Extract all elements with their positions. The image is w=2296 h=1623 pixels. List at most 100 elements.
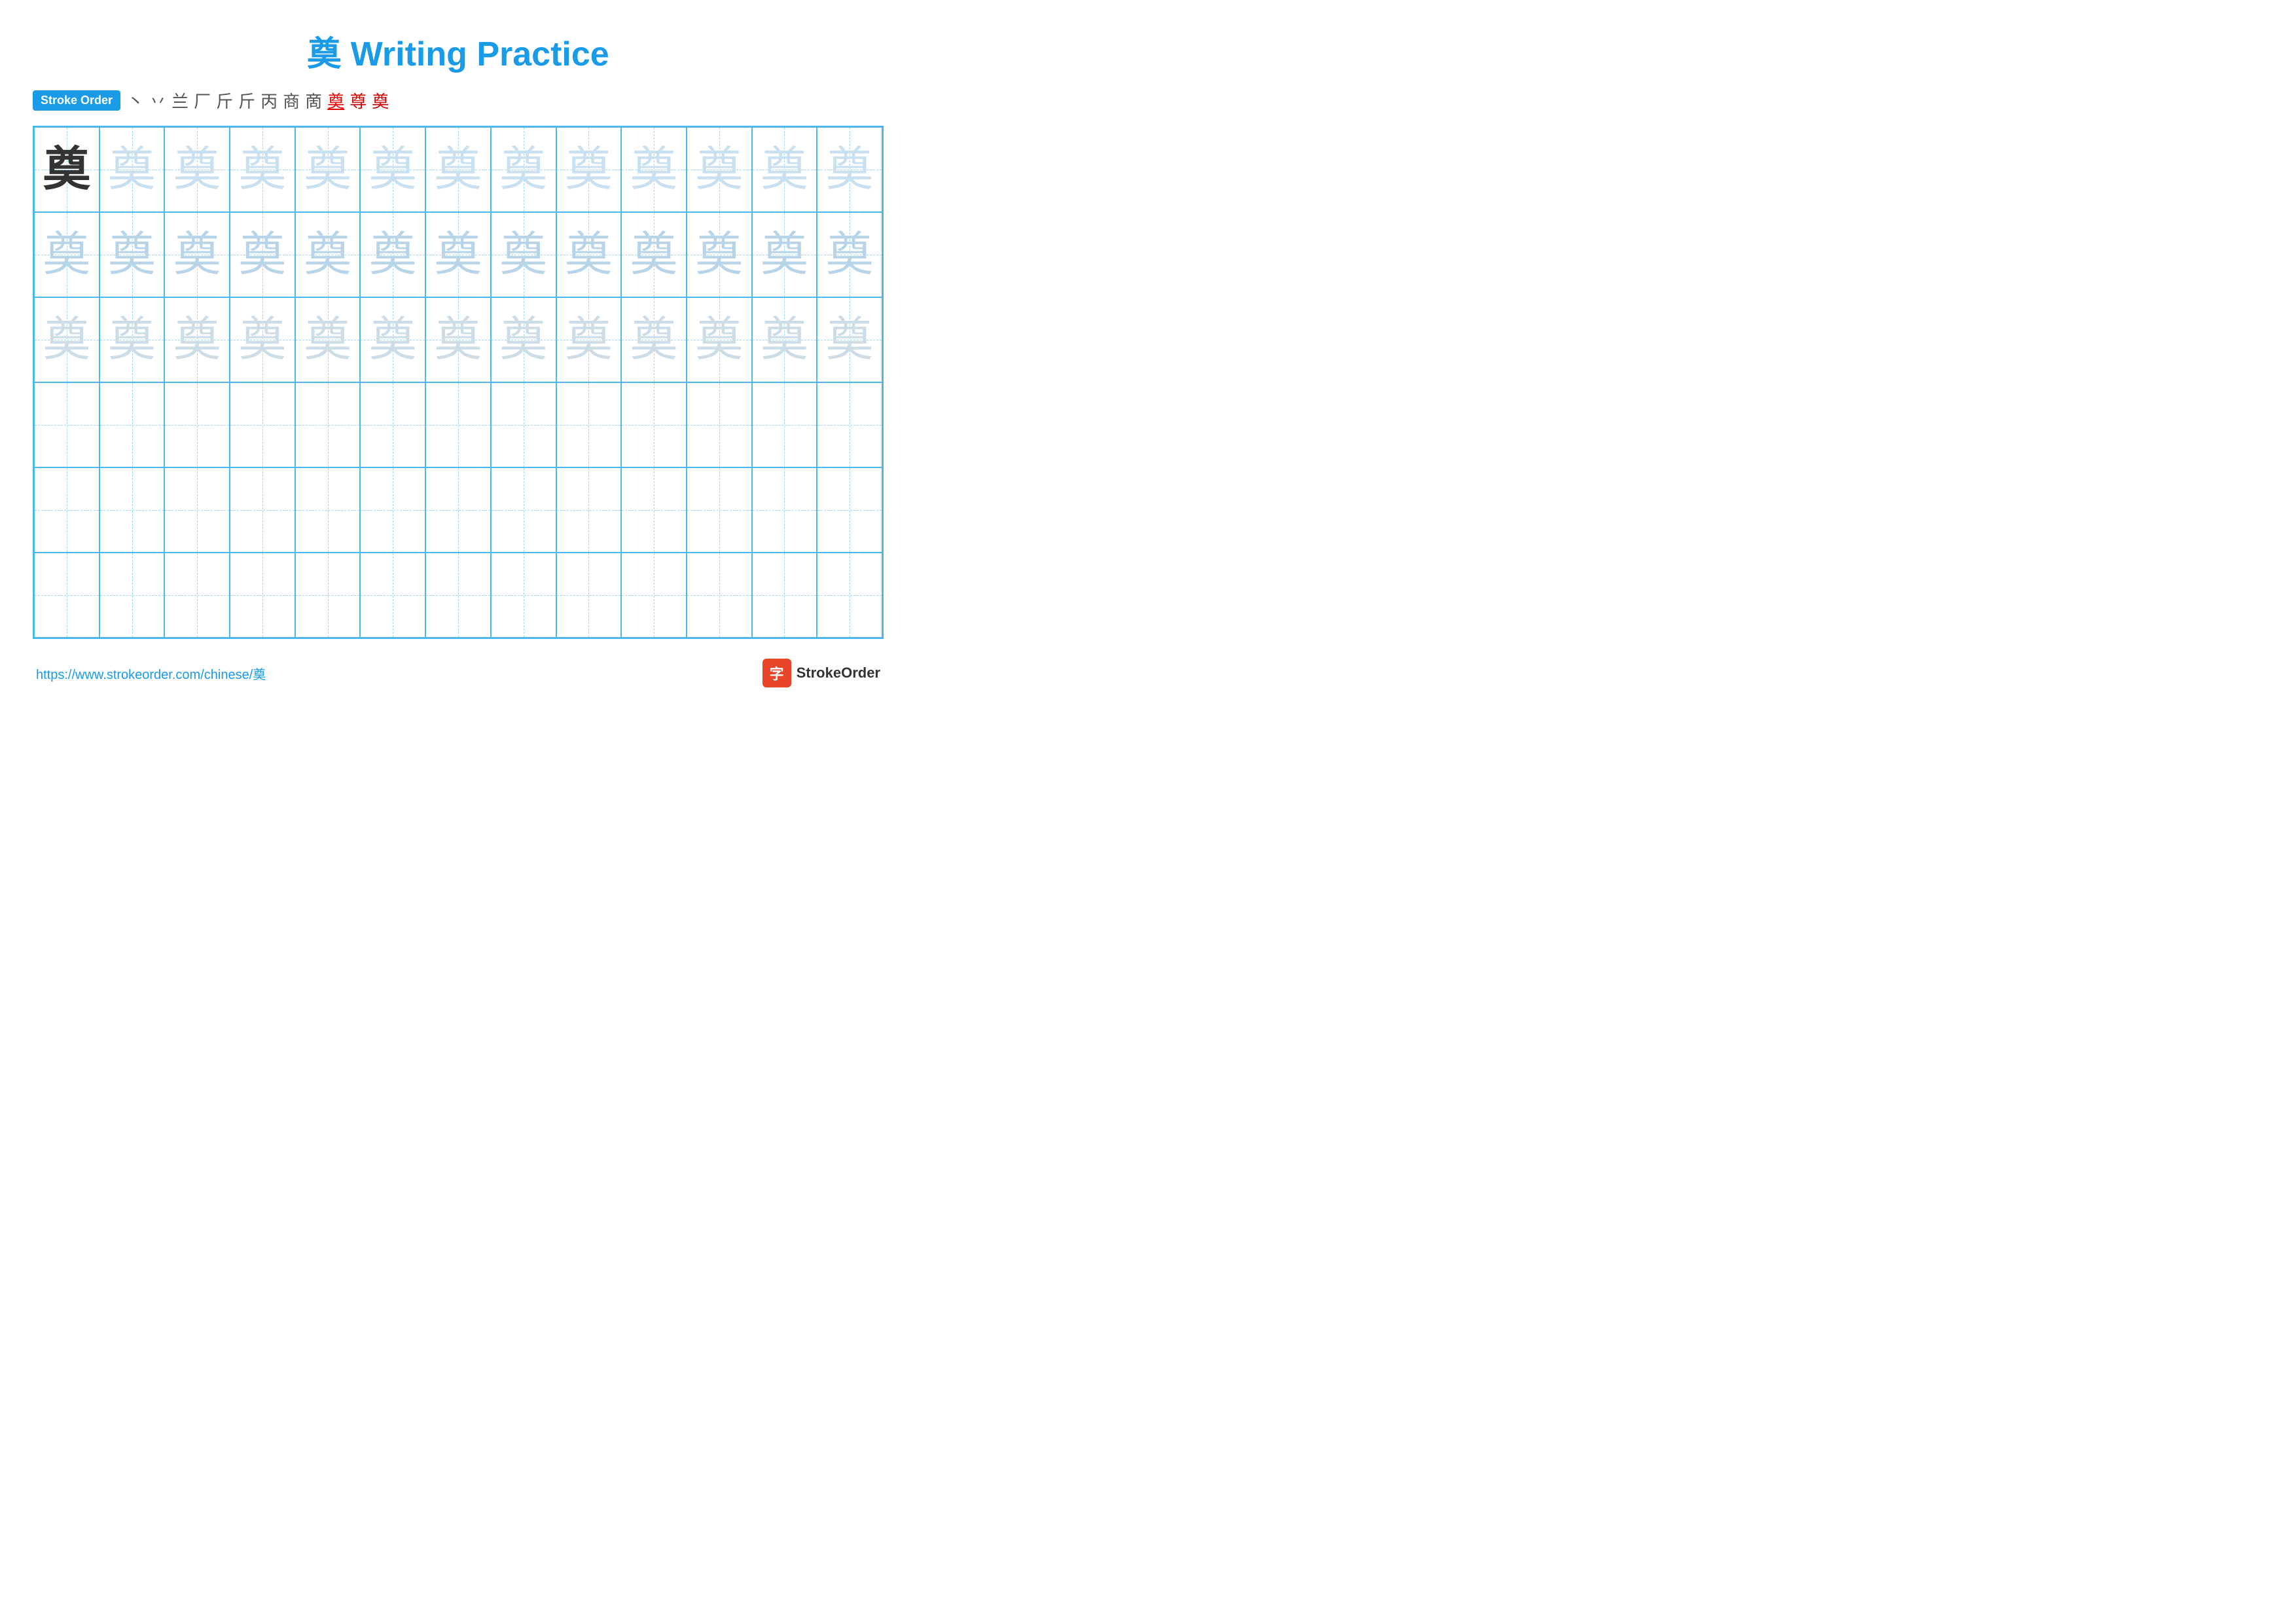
grid-cell[interactable]: [817, 467, 882, 553]
grid-cell[interactable]: 奠: [34, 212, 99, 297]
grid-cell[interactable]: 奠: [164, 212, 230, 297]
grid-cell[interactable]: [687, 553, 752, 638]
grid-cell[interactable]: 奠: [230, 297, 295, 382]
grid-cell[interactable]: [752, 467, 817, 553]
grid-cell[interactable]: [425, 553, 491, 638]
grid-cell[interactable]: 奠: [491, 297, 556, 382]
grid-cell[interactable]: 奠: [621, 212, 687, 297]
grid-cell[interactable]: 奠: [687, 127, 752, 212]
grid-cell[interactable]: [230, 467, 295, 553]
stroke-7: 丙: [260, 88, 278, 113]
grid-cell[interactable]: [230, 382, 295, 467]
practice-char: 奠: [435, 316, 482, 363]
stroke-11: 尊: [350, 88, 367, 113]
grid-cell[interactable]: [817, 382, 882, 467]
grid-cell[interactable]: [230, 553, 295, 638]
stroke-9: 啇: [305, 88, 322, 113]
grid-cell[interactable]: [34, 467, 99, 553]
grid-cell[interactable]: [556, 382, 622, 467]
grid-cell[interactable]: 奠: [99, 212, 165, 297]
grid-cell[interactable]: 奠: [621, 297, 687, 382]
grid-cell[interactable]: [164, 553, 230, 638]
practice-char: 奠: [109, 146, 156, 193]
grid-cell[interactable]: 奠: [34, 127, 99, 212]
grid-cell[interactable]: [621, 467, 687, 553]
practice-char: 奠: [565, 146, 612, 193]
grid-cell[interactable]: 奠: [360, 297, 425, 382]
grid-cell[interactable]: [425, 467, 491, 553]
grid-cell[interactable]: [491, 382, 556, 467]
grid-cell[interactable]: 奠: [556, 297, 622, 382]
grid-cell[interactable]: 奠: [230, 127, 295, 212]
practice-char: 奠: [630, 316, 677, 363]
grid-cell[interactable]: 奠: [687, 212, 752, 297]
grid-cell[interactable]: 奠: [34, 297, 99, 382]
grid-cell[interactable]: [295, 467, 361, 553]
grid-cell[interactable]: [491, 553, 556, 638]
practice-char: 奠: [826, 316, 873, 363]
stroke-order-chars: 丶 丷 兰 厂 斤 斤 丙 商 啇 奠 尊 奠: [127, 88, 389, 113]
grid-cell[interactable]: 奠: [425, 212, 491, 297]
practice-char: 奠: [761, 231, 808, 278]
grid-cell[interactable]: 奠: [556, 212, 622, 297]
grid-cell[interactable]: 奠: [295, 212, 361, 297]
grid-cell[interactable]: 奠: [817, 297, 882, 382]
grid-cell[interactable]: 奠: [752, 212, 817, 297]
grid-cell[interactable]: [556, 553, 622, 638]
grid-cell[interactable]: [556, 467, 622, 553]
grid-cell[interactable]: 奠: [230, 212, 295, 297]
grid-cell[interactable]: [425, 382, 491, 467]
grid-cell[interactable]: 奠: [621, 127, 687, 212]
practice-char: 奠: [369, 316, 416, 363]
grid-cell[interactable]: [491, 467, 556, 553]
grid-cell[interactable]: 奠: [360, 127, 425, 212]
grid-cell[interactable]: 奠: [360, 212, 425, 297]
grid-cell[interactable]: 奠: [295, 127, 361, 212]
grid-cell[interactable]: [99, 467, 165, 553]
grid-cell[interactable]: 奠: [752, 297, 817, 382]
grid-cell[interactable]: 奠: [164, 297, 230, 382]
grid-cell[interactable]: [164, 382, 230, 467]
grid-cell[interactable]: 奠: [491, 127, 556, 212]
grid-cell[interactable]: 奠: [687, 297, 752, 382]
grid-cell[interactable]: [34, 382, 99, 467]
stroke-6: 斤: [238, 88, 255, 113]
grid-cell[interactable]: [99, 382, 165, 467]
grid-cell[interactable]: [360, 467, 425, 553]
grid-cell[interactable]: [34, 553, 99, 638]
grid-cell[interactable]: [360, 553, 425, 638]
grid-cell[interactable]: 奠: [99, 297, 165, 382]
grid-cell[interactable]: [295, 382, 361, 467]
grid-cell[interactable]: [621, 553, 687, 638]
practice-char: 奠: [630, 231, 677, 278]
grid-cell[interactable]: 奠: [556, 127, 622, 212]
grid-cell[interactable]: [295, 553, 361, 638]
practice-char: 奠: [304, 316, 351, 363]
practice-char: 奠: [304, 146, 351, 193]
grid-cell[interactable]: [687, 382, 752, 467]
footer-url[interactable]: https://www.strokeorder.com/chinese/奠: [36, 664, 266, 683]
stroke-8: 商: [283, 88, 300, 113]
grid-cell[interactable]: 奠: [817, 212, 882, 297]
grid-cell[interactable]: [687, 467, 752, 553]
grid-cell[interactable]: [752, 553, 817, 638]
grid-cell[interactable]: [360, 382, 425, 467]
grid-cell[interactable]: 奠: [752, 127, 817, 212]
practice-char: 奠: [761, 146, 808, 193]
logo-icon: 字: [762, 659, 791, 687]
grid-cell[interactable]: 奠: [99, 127, 165, 212]
grid-cell[interactable]: 奠: [425, 297, 491, 382]
practice-char: 奠: [239, 316, 286, 363]
grid-cell[interactable]: 奠: [164, 127, 230, 212]
grid-cell[interactable]: 奠: [491, 212, 556, 297]
practice-char: 奠: [43, 231, 90, 278]
grid-cell[interactable]: 奠: [425, 127, 491, 212]
grid-cell[interactable]: [621, 382, 687, 467]
practice-char: 奠: [696, 146, 743, 193]
grid-cell[interactable]: [817, 553, 882, 638]
grid-cell[interactable]: [752, 382, 817, 467]
grid-cell[interactable]: 奠: [817, 127, 882, 212]
grid-cell[interactable]: 奠: [295, 297, 361, 382]
grid-cell[interactable]: [164, 467, 230, 553]
grid-cell[interactable]: [99, 553, 165, 638]
